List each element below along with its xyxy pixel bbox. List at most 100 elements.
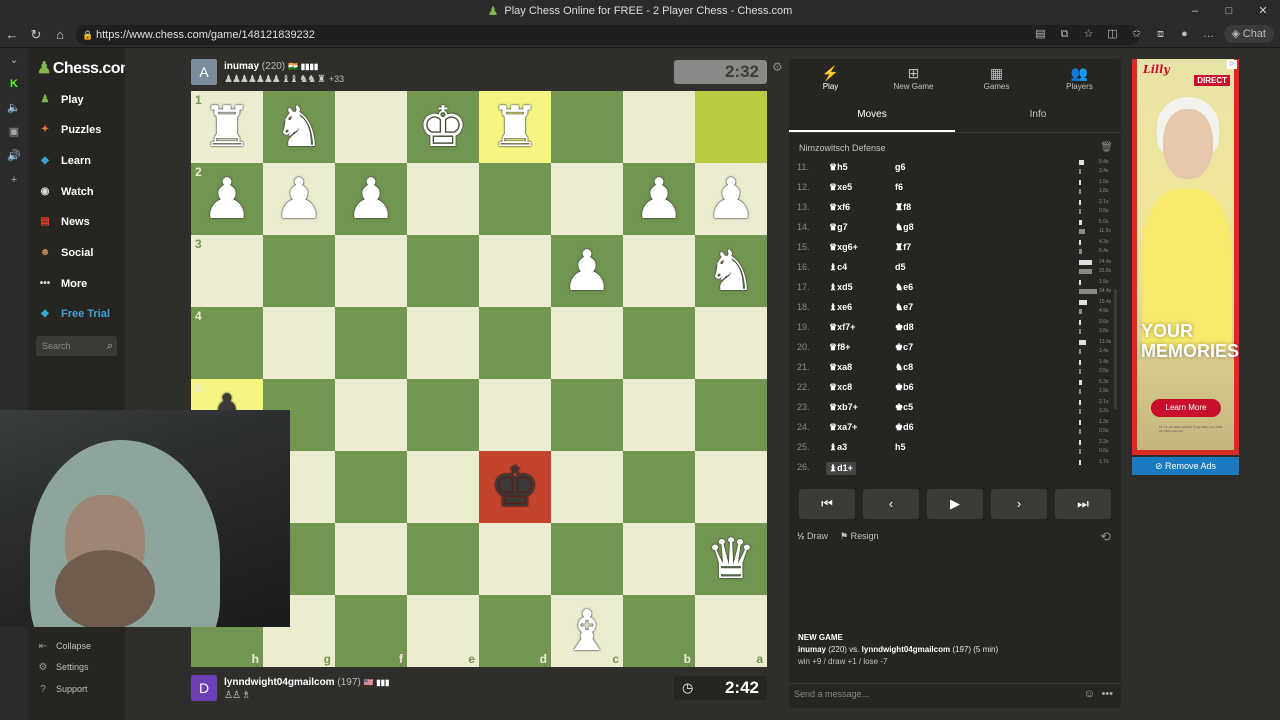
board-square[interactable] [479,307,551,379]
emoji-icon[interactable]: ☺ [1084,684,1095,704]
board-square[interactable]: ♟ [623,163,695,235]
white-pawn-piece[interactable]: ♟ [346,171,396,227]
last-move-button[interactable]: ⏭ [1055,489,1111,519]
white-bishop-piece[interactable]: ♝ [562,603,612,659]
board-square[interactable]: 3 [191,235,263,307]
move-list-scrollbar[interactable] [1114,289,1117,409]
white-move[interactable]: ♛f8+ [829,342,850,353]
board-square[interactable] [479,523,551,595]
refresh-icon[interactable]: ↻ [24,27,48,43]
sidebar-item-puzzles[interactable]: ✦ Puzzles [36,118,102,142]
board-square[interactable] [335,307,407,379]
close-window-button[interactable]: ✕ [1246,0,1280,22]
profile-icon[interactable]: ● [1176,25,1194,43]
board-square[interactable] [623,379,695,451]
board-square[interactable]: ♚ [407,91,479,163]
board-square[interactable] [479,379,551,451]
sidebar-item-free-trial[interactable]: ◆ Free Trial [36,302,110,326]
board-square[interactable]: ♟ [695,163,767,235]
search-input[interactable]: Search ⌕ [36,336,117,356]
black-move[interactable]: ♞g8 [895,222,914,233]
black-move[interactable]: f6 [895,182,903,192]
board-square[interactable] [407,163,479,235]
white-pawn-piece[interactable]: ♟ [202,171,252,227]
board-square[interactable]: ♟ [551,235,623,307]
collections-icon[interactable]: ⧈ [1152,25,1170,43]
board-square[interactable]: ♟ [263,163,335,235]
black-player[interactable]: lynndwight04gmailcom [862,645,950,654]
remove-ads-button[interactable]: ⊘ Remove Ads [1132,457,1239,475]
white-pawn-piece[interactable]: ♟ [706,171,756,227]
chevron-down-icon[interactable]: ⌄ [0,48,28,72]
home-icon[interactable]: ⌂ [48,27,72,42]
sidebar-item-watch[interactable]: ◉ Watch [36,180,94,204]
black-move[interactable]: ♚c5 [895,402,913,413]
black-move[interactable]: ♜f7 [895,242,911,253]
board-square[interactable]: 4 [191,307,263,379]
advertisement[interactable]: Lilly DIRECT YOUR MEMORIES Learn More PP-… [1132,59,1239,455]
avatar[interactable]: D [191,675,217,701]
minimize-button[interactable]: – [1178,0,1212,22]
board-square[interactable] [551,307,623,379]
board-square[interactable] [551,379,623,451]
board-square[interactable] [623,307,695,379]
black-move[interactable]: ♚d6 [895,422,914,433]
sidebar-item-more[interactable]: ••• More [36,272,88,296]
board-square[interactable]: 2 ♟ [191,163,263,235]
board-square[interactable]: b [623,595,695,667]
board-square[interactable] [479,235,551,307]
white-move[interactable]: ♛xg6+ [829,242,858,253]
board-square[interactable]: f [335,595,407,667]
board-square[interactable] [335,91,407,163]
board-settings-icon[interactable]: ⚙ [772,60,783,74]
top-player-name[interactable]: inumay (220) 🇮🇳 ▮▮▮▮ [224,61,318,72]
black-move[interactable]: ♞e6 [895,282,913,293]
back-icon[interactable]: ← [0,27,24,42]
white-move[interactable]: ♛xf6 [829,202,850,213]
board-square[interactable] [335,523,407,595]
white-knight-piece[interactable]: ♞ [706,243,756,299]
sidebar-item-play[interactable]: ♟ Play [36,88,84,112]
resign-button[interactable]: ⚑ Resign [840,531,879,542]
black-move[interactable]: g6 [895,162,906,172]
board-square[interactable] [695,379,767,451]
board-square[interactable] [263,307,335,379]
media-icon[interactable]: ▣ [0,120,28,144]
flip-board-icon[interactable]: ⟲ [1100,529,1111,545]
black-move[interactable]: ♚c7 [895,342,913,353]
white-move[interactable]: ♛h5 [829,162,848,173]
trash-icon[interactable]: 🗑 [1100,142,1113,153]
white-pawn-piece[interactable]: ♟ [562,243,612,299]
opening-name[interactable]: Nimzowitsch Defense [799,143,886,153]
white-move[interactable]: ♝xd5 [829,282,853,293]
audio-icon[interactable]: 🔈 [0,96,28,120]
board-square[interactable] [335,379,407,451]
black-move[interactable]: d5 [895,262,906,272]
black-king-piece[interactable]: ♚ [490,459,540,515]
play-moves-button[interactable]: ▶ [927,489,983,519]
board-square[interactable] [407,523,479,595]
board-square[interactable]: 1 ♜ [191,91,263,163]
board-square[interactable] [623,235,695,307]
black-move[interactable]: ♚d8 [895,322,914,333]
settings-button[interactable]: ⚙ Settings [36,658,89,676]
white-pawn-piece[interactable]: ♟ [634,171,684,227]
board-square[interactable]: e [407,595,479,667]
white-queen-piece[interactable]: ♛ [706,531,756,587]
board-square[interactable] [623,451,695,523]
white-rook-piece[interactable]: ♜ [490,99,540,155]
white-king-piece[interactable]: ♚ [418,99,468,155]
board-square[interactable] [695,91,767,163]
avatar[interactable]: A [191,59,217,85]
read-mode-icon[interactable]: ▤ [1032,25,1050,43]
extensions-icon[interactable]: ⧉ [1056,25,1074,43]
previous-move-button[interactable]: ‹ [863,489,919,519]
tab-new-game[interactable]: ⊞ New Game [872,59,955,99]
sidebar-item-social[interactable]: ☻ Social [36,241,94,265]
board-square[interactable] [695,451,767,523]
board-square[interactable] [479,163,551,235]
draw-button[interactable]: ½ Draw [797,531,828,542]
next-move-button[interactable]: › [991,489,1047,519]
white-move[interactable]: ♝c4 [829,262,847,273]
collapse-button[interactable]: ⇤ Collapse [36,637,91,655]
